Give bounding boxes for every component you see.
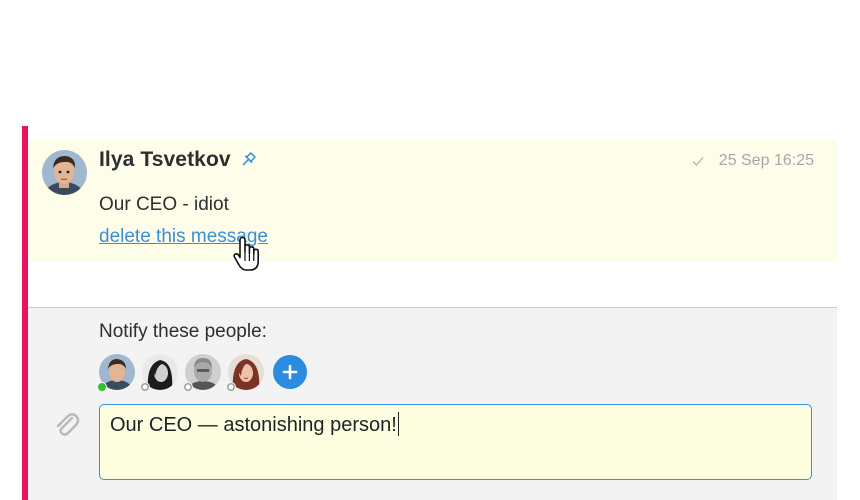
online-status-dot (97, 382, 107, 392)
text-caret (397, 412, 400, 436)
notify-person[interactable] (140, 354, 178, 392)
author-avatar[interactable] (42, 150, 87, 195)
offline-status-dot (183, 382, 193, 392)
message-meta: 25 Sep 16:25 (691, 152, 814, 170)
message-input-value: Our CEO — astonishing person! (110, 414, 397, 436)
notify-label: Notify these people: (99, 321, 267, 342)
notify-person[interactable] (226, 354, 264, 392)
chat-thread: Ilya Tsvetkov 25 Sep 16:25 Our CEO - idi… (0, 0, 860, 500)
plus-icon (282, 364, 298, 380)
message-text: Our CEO - idiot (99, 194, 229, 215)
notify-people-list (97, 354, 307, 392)
author-name[interactable]: Ilya Tsvetkov (99, 148, 231, 172)
message-time: 25 Sep 16:25 (718, 152, 814, 169)
paperclip-icon[interactable] (52, 409, 80, 439)
offline-status-dot (140, 382, 150, 392)
hand-pointer-icon (231, 236, 267, 274)
message-header: Ilya Tsvetkov (99, 148, 257, 172)
notify-person[interactable] (183, 354, 221, 392)
notify-person[interactable] (97, 354, 135, 392)
message-input[interactable]: Our CEO — astonishing person! (99, 404, 812, 480)
offline-status-dot (226, 382, 236, 392)
check-icon (691, 154, 705, 168)
add-person-button[interactable] (273, 355, 307, 389)
pin-icon[interactable] (239, 151, 257, 169)
